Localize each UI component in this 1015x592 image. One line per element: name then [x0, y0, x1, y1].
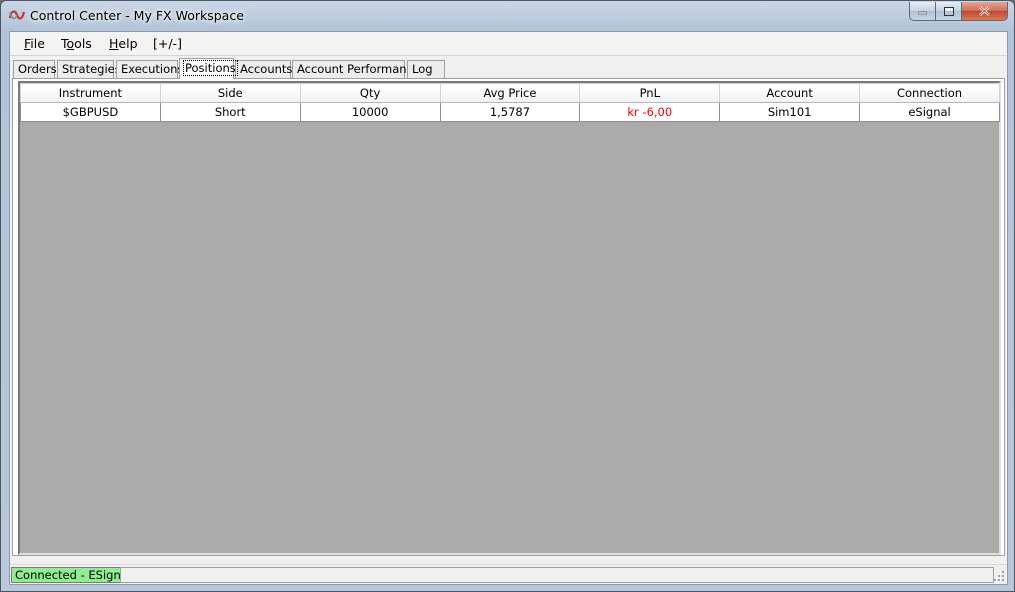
- status-message-field: [120, 567, 994, 583]
- tab-accounts[interactable]: Accounts: [235, 60, 292, 78]
- table-header-row: Instrument Side Qty Avg Price PnL Accoun…: [20, 83, 1000, 103]
- positions-panel: Instrument Side Qty Avg Price PnL Accoun…: [12, 78, 1005, 556]
- minimize-button[interactable]: [909, 2, 936, 21]
- tab-account-performance[interactable]: Account Performance: [292, 60, 420, 78]
- menu-tools[interactable]: Tools: [61, 36, 92, 51]
- cell-pnl[interactable]: kr -6,00: [579, 102, 721, 122]
- client-area: File Tools Help [+/-] Orders Strategies …: [9, 31, 1008, 585]
- cell-instrument[interactable]: $GBPUSD: [20, 102, 161, 122]
- status-bar: Connected - ESignal: [10, 564, 1007, 584]
- window-title: Control Center - My FX Workspace: [30, 8, 244, 23]
- maximize-button[interactable]: [936, 2, 962, 21]
- control-center-window: Control Center - My FX Workspace File To…: [0, 0, 1015, 592]
- window-controls: [909, 2, 1008, 21]
- connection-status: Connected - ESignal: [11, 567, 135, 583]
- menu-bar: File Tools Help [+/-]: [10, 32, 1007, 56]
- tab-strip: Orders Strategies Executions Positions A…: [12, 58, 1002, 79]
- cell-connection[interactable]: eSignal: [859, 102, 1000, 122]
- maximize-icon: [943, 6, 954, 16]
- tab-executions[interactable]: Executions: [116, 60, 183, 78]
- tab-orders[interactable]: Orders: [13, 60, 57, 78]
- minimize-icon: [918, 11, 927, 15]
- column-header-side[interactable]: Side: [159, 83, 301, 103]
- column-header-connection[interactable]: Connection: [859, 83, 1000, 103]
- menu-help[interactable]: Help: [109, 36, 138, 51]
- table-row[interactable]: $GBPUSD Short 10000 1,5787 kr -6,00 Sim1…: [20, 102, 1000, 122]
- close-icon: [979, 6, 990, 16]
- close-button[interactable]: [962, 2, 1008, 21]
- app-logo-icon: [9, 10, 25, 20]
- menu-file[interactable]: File: [24, 36, 45, 51]
- positions-table: Instrument Side Qty Avg Price PnL Accoun…: [20, 83, 1000, 122]
- column-header-instrument[interactable]: Instrument: [20, 83, 161, 103]
- column-header-avg-price[interactable]: Avg Price: [439, 83, 581, 103]
- tab-positions[interactable]: Positions: [179, 58, 238, 79]
- column-header-qty[interactable]: Qty: [299, 83, 441, 103]
- column-header-pnl[interactable]: PnL: [579, 83, 721, 103]
- tab-strategies[interactable]: Strategies: [57, 60, 121, 78]
- cell-side[interactable]: Short: [159, 102, 301, 122]
- resize-grip-icon[interactable]: [993, 570, 1005, 582]
- title-bar[interactable]: Control Center - My FX Workspace: [1, 1, 1014, 29]
- cell-account[interactable]: Sim101: [719, 102, 861, 122]
- tab-log[interactable]: Log: [407, 60, 445, 78]
- cell-qty[interactable]: 10000: [299, 102, 441, 122]
- positions-grid[interactable]: Instrument Side Qty Avg Price PnL Accoun…: [18, 81, 1001, 555]
- column-header-account[interactable]: Account: [719, 83, 861, 103]
- menu-toggle[interactable]: [+/-]: [153, 36, 182, 51]
- cell-avg-price[interactable]: 1,5787: [439, 102, 581, 122]
